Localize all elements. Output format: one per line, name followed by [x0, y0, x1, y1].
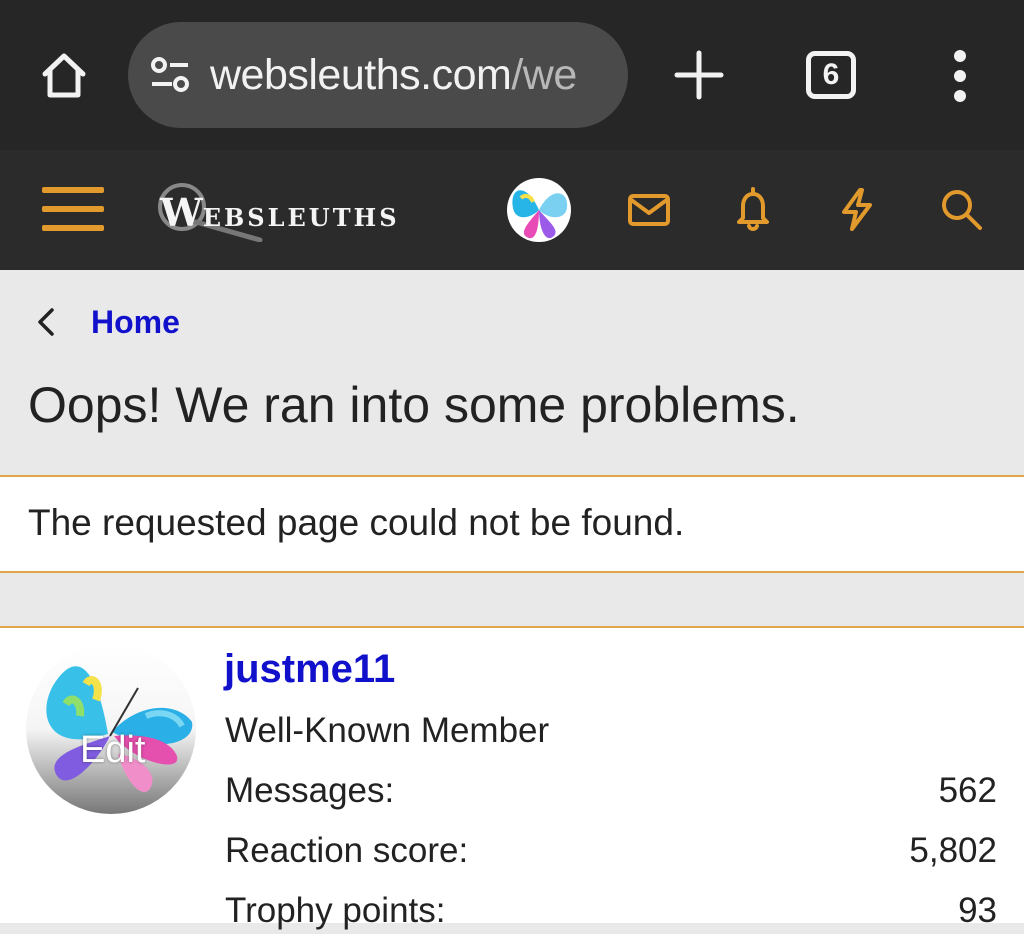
new-tab-icon[interactable] — [672, 48, 726, 102]
url-path: /we — [511, 50, 577, 99]
url-domain: websleuths.com — [210, 50, 512, 99]
lightning-icon[interactable] — [832, 184, 882, 234]
logo-text: WEBSLEUTHS — [160, 190, 400, 235]
address-bar[interactable]: websleuths.com/we — [128, 22, 628, 128]
username-link[interactable]: justme11 — [224, 644, 395, 694]
stat-label-messages: Messages: — [225, 771, 395, 810]
stat-label-reaction-score: Reaction score: — [225, 831, 469, 870]
tab-count: 6 — [822, 58, 840, 91]
mail-icon[interactable] — [624, 184, 674, 234]
menu-icon[interactable] — [42, 184, 104, 234]
browser-home-button[interactable] — [34, 45, 94, 105]
spacer — [0, 573, 1024, 626]
butterfly-avatar-icon — [512, 190, 568, 239]
url-text: websleuths.com/we — [210, 51, 577, 100]
home-icon — [42, 53, 86, 98]
page-title: Oops! We ran into some problems. — [28, 377, 800, 433]
user-title: Well-Known Member — [225, 711, 550, 750]
site-info-icon[interactable] — [148, 53, 192, 97]
logo-initial: W — [160, 190, 203, 235]
edit-avatar-button[interactable]: Edit — [80, 728, 145, 772]
stat-value-messages: 562 — [938, 771, 997, 810]
search-icon[interactable] — [936, 184, 986, 234]
chevron-left-icon[interactable] — [34, 304, 58, 340]
error-message: The requested page could not be found. — [28, 502, 685, 543]
tab-switcher-button[interactable]: 6 — [806, 51, 856, 99]
more-options-icon[interactable] — [940, 48, 980, 104]
logo-rest: EBSLEUTHS — [202, 203, 400, 232]
avatar[interactable] — [507, 178, 571, 242]
site-logo[interactable]: WEBSLEUTHS — [156, 180, 416, 242]
stat-value-trophy-points: 93 — [958, 891, 997, 930]
stat-label-trophy-points: Trophy points: — [225, 891, 446, 930]
bell-icon[interactable] — [728, 184, 778, 234]
breadcrumb-home-link[interactable]: Home — [91, 300, 180, 344]
stat-value-reaction-score: 5,802 — [909, 831, 997, 870]
